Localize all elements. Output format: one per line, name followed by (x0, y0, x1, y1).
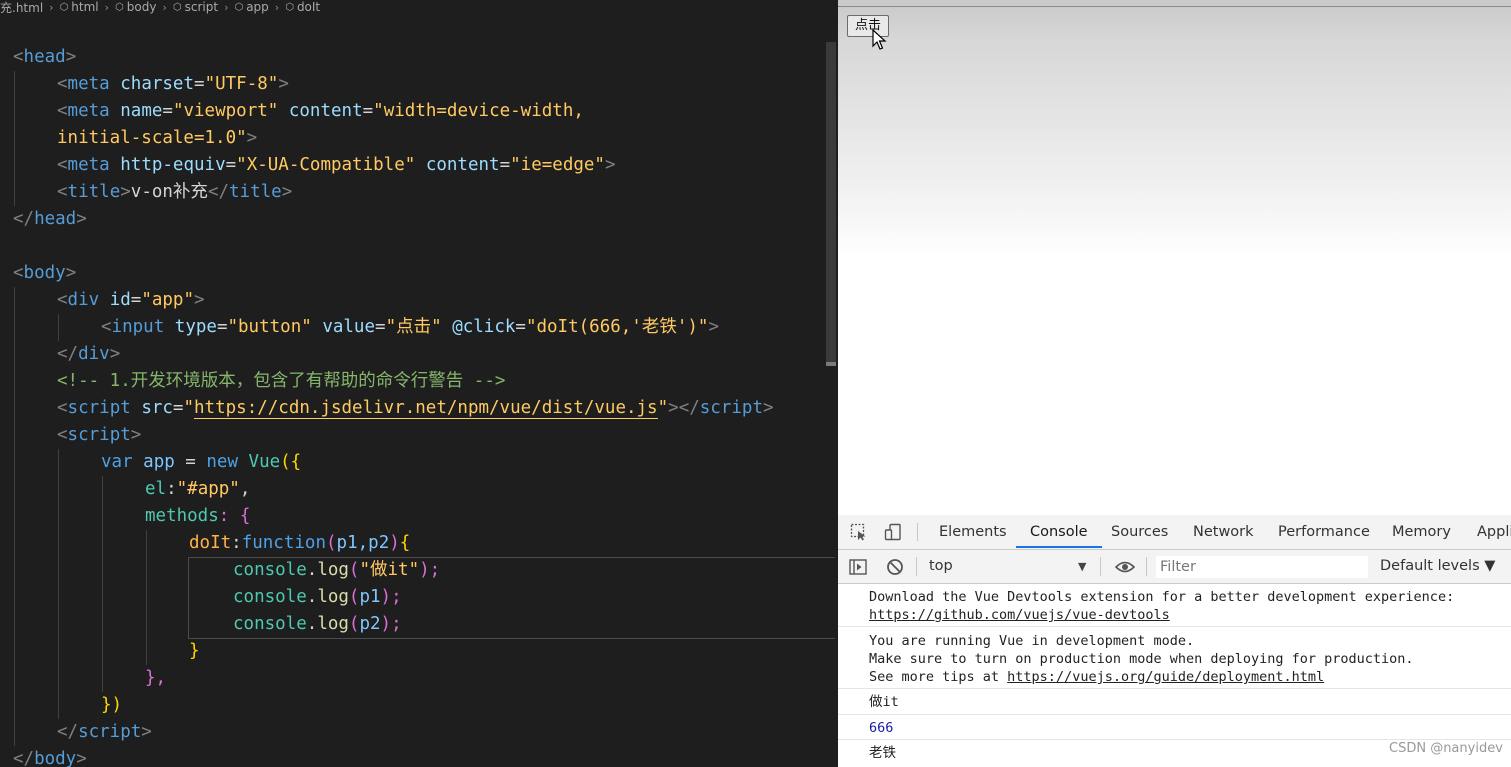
tab-application[interactable]: Appli (1477, 515, 1511, 548)
browser-viewport: 点击 (838, 0, 1511, 515)
code-line: <title>v-on补充</title> (57, 182, 293, 202)
message-text: You are running Vue in development mode. (869, 633, 1195, 649)
indent-guide (58, 449, 59, 719)
vue-devtools-link[interactable]: https://github.com/vuejs/vue-devtools (869, 607, 1170, 623)
cube-icon: ⬡ (172, 1, 182, 13)
console-message: Download the Vue Devtools extension for … (838, 584, 1511, 627)
editor-scrollbar[interactable] (826, 42, 836, 364)
tab-elements[interactable]: Elements (939, 515, 1007, 548)
console-message: You are running Vue in development mode.… (838, 627, 1511, 689)
breadcrumb-body-label: body (126, 0, 157, 14)
toolbar-divider (916, 557, 917, 576)
code-line: <!-- 1.开发环境版本，包含了有帮助的命令行警告 --> (57, 371, 506, 391)
breadcrumb-html[interactable]: ⬡ html (60, 0, 99, 14)
indent-guide (146, 530, 147, 665)
tab-console[interactable]: Console (1016, 515, 1102, 548)
cube-icon: ⬡ (59, 1, 69, 13)
code-line: <head> (13, 47, 77, 67)
code-line: <body> (13, 263, 77, 283)
breadcrumb-app[interactable]: ⬡ app (234, 0, 268, 14)
code-editor[interactable]: 充.html › ⬡ html › ⬡ body › ⬡ script › ⬡ app … (0, 0, 838, 767)
code-line: <meta charset="UTF-8"> (57, 74, 289, 94)
breadcrumb-script[interactable]: ⬡ script (173, 0, 218, 14)
toolbar-divider (1146, 557, 1147, 576)
scrollbar-cursor-marker (826, 362, 836, 366)
code-line: <input type="button" value="点击" @click="… (101, 317, 720, 337)
code-line: console.log(p1); (233, 587, 402, 607)
dropdown-arrow-icon[interactable]: ▼ (1078, 550, 1086, 583)
code-line: <script> (57, 425, 142, 445)
tab-performance[interactable]: Performance (1278, 515, 1370, 548)
code-line: }) (101, 695, 123, 715)
code-line: <script src="https://cdn.jsdelivr.net/np… (57, 398, 774, 419)
console-toolbar: top ▼ Filter Default levels ▼ (838, 550, 1511, 584)
chevron-right-icon: › (274, 0, 280, 14)
code-line: </head> (13, 209, 87, 229)
breadcrumb-file[interactable]: 充.html (0, 0, 44, 15)
message-text: 老铁 (869, 745, 896, 761)
indent-guide (14, 71, 15, 206)
devtools-panel: Elements Console Sources Network Perform… (838, 515, 1511, 767)
code-line: <meta http-equiv="X-UA-Compatible" conte… (57, 155, 616, 175)
code-line: </body> (13, 749, 87, 767)
console-message: 666 (838, 715, 1511, 740)
log-levels-dropdown[interactable]: Default levels ▼ (1380, 550, 1495, 583)
message-text: Make sure to turn on production mode whe… (869, 651, 1414, 667)
message-text: Download the Vue Devtools extension for … (869, 589, 1455, 605)
breadcrumb-doit[interactable]: ⬡ doIt (285, 0, 320, 14)
message-text: See more tips at (869, 669, 1008, 685)
cdn-link[interactable]: https://cdn.jsdelivr.net/npm/vue/dist/vu… (194, 398, 658, 419)
code-line: </script> (57, 722, 152, 742)
tab-sources[interactable]: Sources (1111, 515, 1168, 548)
console-filter-input[interactable]: Filter (1156, 556, 1368, 578)
chevron-right-icon: › (49, 0, 54, 14)
chevron-right-icon: › (224, 0, 229, 14)
viewport-border (838, 6, 1511, 7)
breadcrumb-html-label: html (71, 0, 99, 14)
watermark: CSDN @nanyidev (1389, 741, 1503, 756)
breadcrumb-script-label: script (184, 0, 219, 14)
code-line: </div> (57, 344, 121, 364)
devtools-tab-bar: Elements Console Sources Network Perform… (838, 515, 1511, 550)
code-line: }, (145, 668, 167, 688)
variable-icon: ⬡ (234, 1, 244, 13)
vue-deployment-link[interactable]: https://vuejs.org/guide/deployment.html (1007, 669, 1324, 685)
method-icon: ⬡ (285, 1, 294, 13)
code-line: doIt:function(p1,p2){ (189, 533, 411, 553)
eye-icon[interactable] (1115, 558, 1135, 576)
context-selector[interactable]: top (929, 550, 953, 583)
cube-icon: ⬡ (115, 1, 124, 13)
breadcrumb-doit-label: doIt (296, 0, 321, 14)
breadcrumb: 充.html › ⬡ html › ⬡ body › ⬡ script › ⬡ app … (0, 0, 838, 14)
toolbar-divider (917, 523, 918, 541)
tab-memory[interactable]: Memory (1392, 515, 1451, 548)
breadcrumb-app-label: app (246, 0, 269, 14)
indent-guide (102, 476, 103, 692)
code-line-current: console.log(p2); (233, 614, 402, 634)
code-line: <div id="app"> (57, 290, 205, 310)
code-line: initial-scale=1.0"> (57, 128, 258, 148)
device-toolbar-icon[interactable] (884, 523, 902, 541)
code-line: console.log("做it"); (233, 560, 441, 580)
chevron-right-icon: › (104, 0, 110, 14)
code-line: el:"#app", (145, 479, 251, 499)
message-number: 666 (869, 720, 894, 736)
chevron-right-icon: › (162, 0, 167, 14)
indent-guide (14, 287, 15, 746)
code-line: methods: { (145, 506, 251, 526)
breadcrumb-body[interactable]: ⬡ body (115, 0, 156, 14)
mouse-pointer-icon (872, 29, 887, 50)
indent-guide (58, 314, 59, 341)
code-line: } (189, 641, 200, 661)
code-line: <meta name="viewport" content="width=dev… (57, 101, 584, 121)
toolbar-divider (1100, 557, 1101, 576)
message-text: 做it (869, 694, 899, 710)
console-message: 做it (838, 689, 1511, 715)
tab-network[interactable]: Network (1193, 515, 1254, 548)
breadcrumb-file-label: 充.html (0, 0, 44, 15)
clear-console-icon[interactable] (886, 558, 904, 576)
code-line: var app = new Vue({ (101, 452, 302, 472)
inspect-element-icon[interactable] (850, 523, 868, 541)
sidebar-toggle-icon[interactable] (849, 558, 867, 576)
